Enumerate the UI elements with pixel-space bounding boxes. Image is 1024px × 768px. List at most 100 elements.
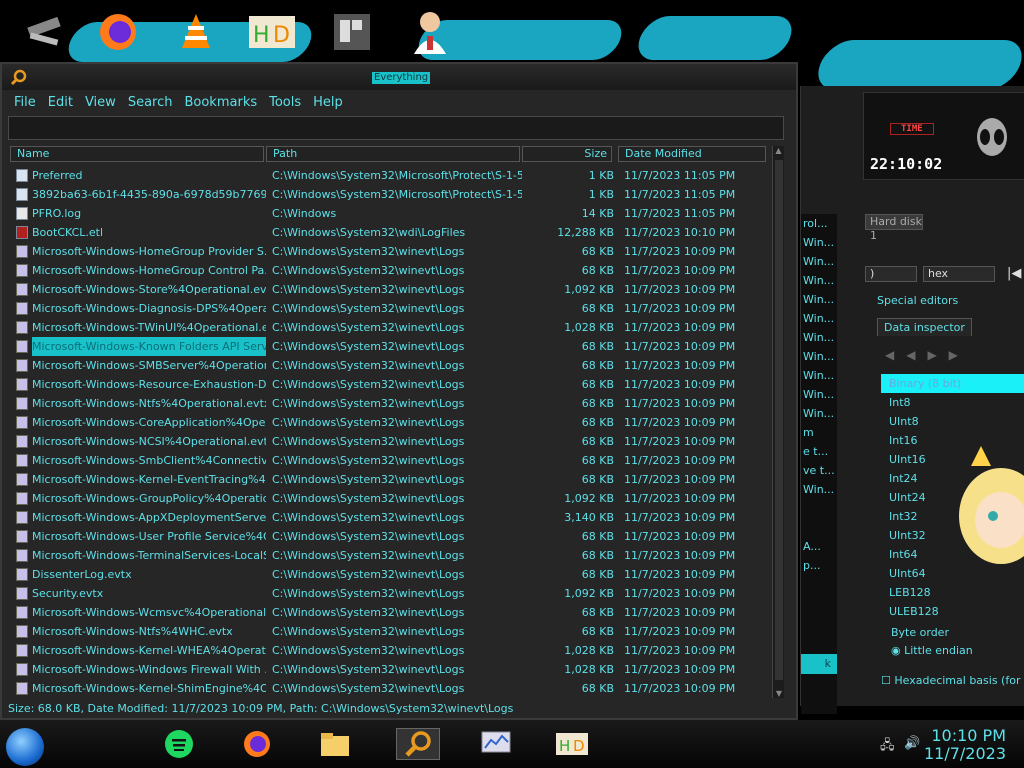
- hxd-list-item[interactable]: [801, 499, 837, 518]
- desktop-icon-doctor[interactable]: [404, 6, 456, 58]
- search-input[interactable]: [8, 116, 784, 140]
- table-row[interactable]: Microsoft-Windows-Kernel-WHEA%4Operati..…: [10, 641, 770, 660]
- table-row[interactable]: Microsoft-Windows-HomeGroup Control Pa..…: [10, 261, 770, 280]
- table-row[interactable]: Microsoft-Windows-Kernel-ShimEngine%4O..…: [10, 679, 770, 698]
- taskbar-app-everything[interactable]: [396, 728, 440, 760]
- hxd-list-item[interactable]: Win...: [801, 385, 837, 404]
- hxd-list-item[interactable]: ve t...: [801, 461, 837, 480]
- table-row[interactable]: DissenterLog.evtx C:\Windows\System32\win…: [10, 565, 770, 584]
- taskbar-clock[interactable]: 10:10 PM 11/7/2023: [924, 727, 1006, 763]
- scroll-thumb[interactable]: [775, 160, 783, 680]
- desktop-icon-vlc[interactable]: [170, 6, 222, 58]
- file-path: C:\Windows\System32\winevt\Logs: [272, 321, 465, 334]
- format-dropdown-hex[interactable]: hex: [923, 266, 995, 282]
- menu-item-tools[interactable]: Tools: [263, 92, 307, 114]
- hxd-list-item[interactable]: rol...: [801, 214, 837, 233]
- menu-item-search[interactable]: Search: [122, 92, 179, 114]
- menu-item-help[interactable]: Help: [307, 92, 349, 114]
- desktop-icon-firefox[interactable]: [92, 6, 144, 58]
- file-name: BootCKCL.etl: [32, 226, 104, 239]
- taskbar-app-explorer[interactable]: [318, 728, 352, 760]
- table-row[interactable]: Microsoft-Windows-SmbClient%4Connectivit…: [10, 451, 770, 470]
- menu-item-view[interactable]: View: [79, 92, 122, 114]
- hxd-list-item[interactable]: p...: [801, 556, 837, 575]
- hxd-list-item[interactable]: m: [801, 423, 837, 442]
- table-row[interactable]: Microsoft-Windows-Store%4Operational.evt…: [10, 280, 770, 299]
- data-inspector-tab[interactable]: Data inspector: [877, 318, 972, 336]
- hxd-list-item[interactable]: Win...: [801, 309, 837, 328]
- table-row[interactable]: BootCKCL.etl C:\Windows\System32\wdi\LogF…: [10, 223, 770, 242]
- volume-icon[interactable]: 🔊: [904, 736, 920, 751]
- vertical-scrollbar[interactable]: ▲ ▼: [772, 146, 784, 698]
- format-dropdown-left[interactable]: ): [865, 266, 917, 282]
- inspector-row[interactable]: LEB128: [881, 583, 1024, 602]
- hxd-list-item[interactable]: e t...: [801, 442, 837, 461]
- table-row[interactable]: Microsoft-Windows-AppXDeploymentServe...…: [10, 508, 770, 527]
- little-endian-radio[interactable]: ◉ Little endian: [891, 644, 973, 657]
- taskbar-app-firefox[interactable]: [240, 728, 274, 760]
- inspector-row[interactable]: Int8: [881, 393, 1024, 412]
- table-row[interactable]: Microsoft-Windows-TWinUI%4Operational.e.…: [10, 318, 770, 337]
- table-row[interactable]: Microsoft-Windows-Known Folders API Serv…: [10, 337, 770, 356]
- first-record-icon[interactable]: |◀: [1007, 266, 1021, 281]
- inspector-row[interactable]: Binary (8 bit): [881, 374, 1024, 393]
- hxd-list-item[interactable]: Win...: [801, 271, 837, 290]
- table-row[interactable]: Security.evtx C:\Windows\System32\winevt\…: [10, 584, 770, 603]
- menu-item-edit[interactable]: Edit: [42, 92, 79, 114]
- table-row[interactable]: Microsoft-Windows-Diagnosis-DPS%4Opera..…: [10, 299, 770, 318]
- taskbar-app-hxd[interactable]: HD: [550, 728, 594, 760]
- inspector-row[interactable]: UInt8: [881, 412, 1024, 431]
- partial-button[interactable]: k: [801, 654, 837, 674]
- app-icon: [334, 14, 370, 50]
- table-row[interactable]: Preferred C:\Windows\System32\Microsoft\P…: [10, 166, 770, 185]
- inspector-row[interactable]: UInt64: [881, 564, 1024, 583]
- menu-item-bookmarks[interactable]: Bookmarks: [178, 92, 263, 114]
- desktop-icon-tools[interactable]: [18, 6, 70, 58]
- table-row[interactable]: 3892ba63-6b1f-4435-890a-6978d59b7769 C:\W…: [10, 185, 770, 204]
- file-path: C:\Windows\System32\winevt\Logs: [272, 549, 465, 562]
- column-header-date[interactable]: Date Modified: [618, 146, 766, 162]
- table-row[interactable]: Microsoft-Windows-GroupPolicy%4Operatio.…: [10, 489, 770, 508]
- column-header-name[interactable]: Name: [10, 146, 264, 162]
- table-row[interactable]: Microsoft-Windows-SMBServer%4Operation..…: [10, 356, 770, 375]
- table-row[interactable]: Microsoft-Windows-Ntfs%4Operational.evtx…: [10, 394, 770, 413]
- desktop-icon-hxd[interactable]: HD: [246, 6, 298, 58]
- table-row[interactable]: Microsoft-Windows-NCSI%4Operational.evtx…: [10, 432, 770, 451]
- table-row[interactable]: Microsoft-Windows-Kernel-EventTracing%4A…: [10, 470, 770, 489]
- scroll-up-icon[interactable]: ▲: [773, 146, 784, 155]
- file-name: Microsoft-Windows-HomeGroup Control Pa..…: [32, 264, 266, 277]
- scroll-down-icon[interactable]: ▼: [773, 689, 785, 698]
- table-row[interactable]: PFRO.log C:\Windows 14 KB 11/7/2023 11:05 P…: [10, 204, 770, 223]
- table-row[interactable]: Microsoft-Windows-CoreApplication%4Oper.…: [10, 413, 770, 432]
- table-row[interactable]: Microsoft-Windows-Wcmsvc%4Operational...…: [10, 603, 770, 622]
- hxd-list-item[interactable]: A...: [801, 537, 837, 556]
- table-row[interactable]: Microsoft-Windows-Windows Firewall With …: [10, 660, 770, 679]
- taskbar: HD 🖧 🔊: [0, 720, 1024, 768]
- title-bar[interactable]: Everything: [2, 64, 796, 90]
- hxd-list-item[interactable]: Win...: [801, 252, 837, 271]
- hxd-list-item[interactable]: Win...: [801, 480, 837, 499]
- hxd-list-item[interactable]: Win...: [801, 290, 837, 309]
- table-row[interactable]: Microsoft-Windows-Ntfs%4WHC.evtx C:\Windo…: [10, 622, 770, 641]
- hxd-list-item[interactable]: Win...: [801, 404, 837, 423]
- table-row[interactable]: Microsoft-Windows-TerminalServices-Local…: [10, 546, 770, 565]
- hxd-list-item[interactable]: Win...: [801, 233, 837, 252]
- hxd-list-item[interactable]: Win...: [801, 328, 837, 347]
- hxd-list-item[interactable]: Win...: [801, 347, 837, 366]
- taskbar-app-monitor[interactable]: [474, 728, 518, 760]
- table-row[interactable]: Microsoft-Windows-Resource-Exhaustion-D.…: [10, 375, 770, 394]
- hxd-list-item[interactable]: [801, 518, 837, 537]
- hex-basis-checkbox[interactable]: ☐ Hexadecimal basis (for inte: [881, 674, 1024, 687]
- table-row[interactable]: Microsoft-Windows-HomeGroup Provider S..…: [10, 242, 770, 261]
- menu-item-file[interactable]: File: [8, 92, 42, 114]
- column-header-size[interactable]: Size: [522, 146, 612, 162]
- table-row[interactable]: Microsoft-Windows-User Profile Service%4…: [10, 527, 770, 546]
- wallpaper-graffiti: [631, 16, 799, 60]
- inspector-row[interactable]: ULEB128: [881, 602, 1024, 621]
- hxd-list-item[interactable]: Win...: [801, 366, 837, 385]
- start-button[interactable]: [6, 728, 44, 766]
- taskbar-app-spotify[interactable]: [162, 728, 196, 760]
- desktop-icon-app[interactable]: [326, 6, 378, 58]
- column-header-path[interactable]: Path: [266, 146, 520, 162]
- network-icon[interactable]: 🖧: [880, 736, 895, 758]
